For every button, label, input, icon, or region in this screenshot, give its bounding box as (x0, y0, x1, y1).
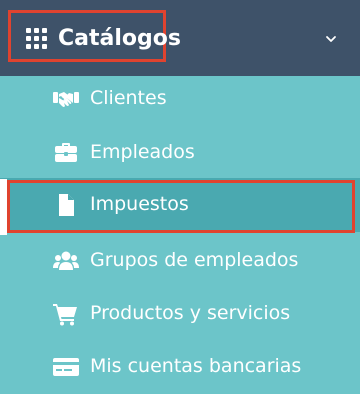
users-icon (53, 251, 79, 270)
grid-icon (26, 28, 47, 49)
active-indicator (0, 179, 7, 235)
handshake-icon (53, 92, 79, 107)
menu-item-impuestos[interactable]: Impuestos (0, 178, 360, 233)
menu-item-productos-y-servicios[interactable]: Productos y servicios (0, 287, 360, 341)
menu-item-label: Productos y servicios (90, 302, 291, 324)
menu-item-label: Empleados (90, 141, 195, 163)
header-title: Catálogos (58, 26, 181, 51)
catalogos-menu-header[interactable]: Catálogos (0, 0, 360, 76)
menu-item-label: Clientes (90, 87, 167, 109)
credit-card-icon (53, 358, 79, 376)
document-icon (59, 194, 74, 216)
menu-item-mis-cuentas-bancarias[interactable]: Mis cuentas bancarias (0, 340, 360, 394)
menu-item-label: Mis cuentas bancarias (90, 355, 302, 377)
menu-item-empleados[interactable]: Empleados (0, 126, 360, 180)
briefcase-icon (55, 143, 77, 162)
menu-item-label: Impuestos (90, 193, 189, 215)
menu-item-label: Grupos de empleados (90, 249, 299, 271)
menu-item-grupos-de-empleados[interactable]: Grupos de empleados (0, 234, 360, 288)
chevron-down-icon[interactable] (324, 32, 338, 46)
menu-item-clientes[interactable]: Clientes (0, 72, 360, 126)
shopping-cart-icon (53, 304, 77, 326)
